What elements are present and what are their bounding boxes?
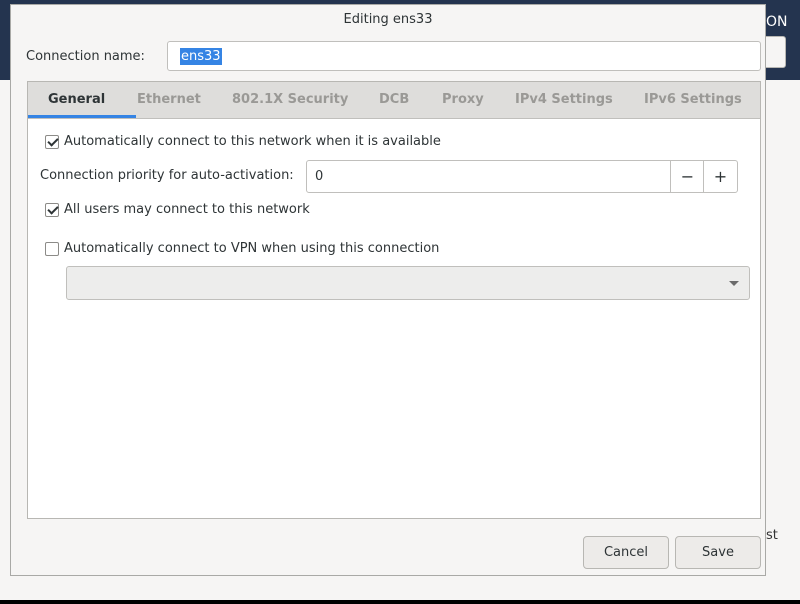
auto-connect-checkbox[interactable] xyxy=(45,135,59,149)
auto-connect-label: Automatically connect to this network wh… xyxy=(64,134,441,149)
tab-general[interactable]: General xyxy=(48,92,105,107)
priority-spinbutton[interactable]: 0 − + xyxy=(306,160,738,193)
all-users-checkbox[interactable] xyxy=(45,203,59,217)
connection-name-label: Connection name: xyxy=(26,49,145,64)
active-tab-indicator xyxy=(28,115,136,118)
cancel-button[interactable]: Cancel xyxy=(583,536,669,569)
settings-notebook: General Ethernet 802.1X Security DCB Pro… xyxy=(27,81,761,519)
priority-label: Connection priority for auto-activation: xyxy=(40,168,294,183)
vpn-auto-connect-label: Automatically connect to VPN when using … xyxy=(64,241,440,256)
tab-ethernet[interactable]: Ethernet xyxy=(137,92,201,107)
tab-dcb[interactable]: DCB xyxy=(379,92,409,107)
background-window-text: ON xyxy=(766,14,788,30)
tab-proxy[interactable]: Proxy xyxy=(442,92,484,107)
connection-name-row: Connection name: ens33 xyxy=(25,41,761,75)
connection-name-input[interactable]: ens33 xyxy=(167,41,761,71)
background-side-text: st xyxy=(766,528,778,543)
priority-decrement-button[interactable]: − xyxy=(670,161,704,192)
all-users-label: All users may connect to this network xyxy=(64,202,310,217)
priority-increment-button[interactable]: + xyxy=(703,161,737,192)
tab-ipv6-settings[interactable]: IPv6 Settings xyxy=(644,92,742,107)
tab-8021x-security[interactable]: 802.1X Security xyxy=(232,92,348,107)
dialog-title: Editing ens33 xyxy=(343,12,433,27)
vpn-select[interactable] xyxy=(66,266,750,300)
vpn-auto-connect-checkbox[interactable] xyxy=(45,242,59,256)
tab-ipv4-settings[interactable]: IPv4 Settings xyxy=(515,92,613,107)
priority-value: 0 xyxy=(315,169,324,184)
chevron-down-icon xyxy=(729,281,739,286)
connection-name-value: ens33 xyxy=(180,48,222,65)
save-button[interactable]: Save xyxy=(675,536,761,569)
edit-connection-dialog: Editing ens33 Connection name: ens33 Gen… xyxy=(10,4,766,576)
tab-bar: General Ethernet 802.1X Security DCB Pro… xyxy=(28,82,760,119)
